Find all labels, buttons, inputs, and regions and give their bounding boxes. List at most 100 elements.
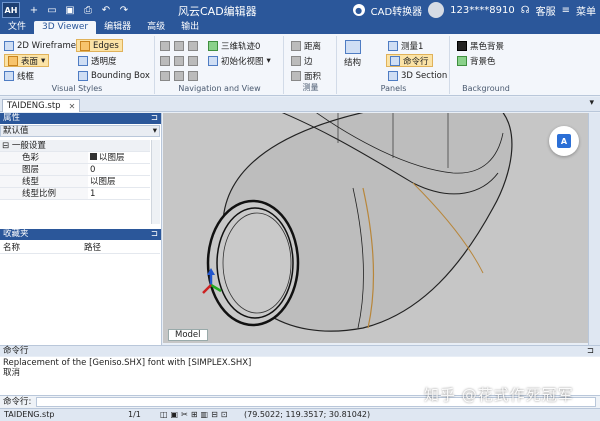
measure1-button[interactable]: 测量1 [388,39,423,52]
group-label-measure: 测量 [302,83,319,92]
area-button[interactable]: 面积 [291,69,321,82]
hand-icon [188,70,198,81]
hand-button[interactable] [188,69,198,82]
line-button[interactable]: 线框 [4,69,34,82]
menu-bar: 文件 3D Viewer 编辑器 高级 输出 [0,20,600,34]
status-bar: TAIDENG.stp 1/1 ◫▣✂⊞▥⊟⊡ (79.5022; 119.35… [0,408,600,421]
avatar[interactable] [428,2,445,18]
save-icon[interactable]: ▣ [64,4,76,16]
chevron-down-icon[interactable]: ▾ [589,98,594,108]
distance-icon [291,40,301,51]
zoom-extent-icon [188,40,198,51]
headset-icon[interactable]: ☊ [521,5,530,16]
surface-button[interactable]: 表面 ▾ [4,54,50,67]
title-bar: AH + ▭ ▣ ⎙ ↶ ↷ 风云CAD编辑器 ● CAD转换器 123****… [0,0,600,20]
edge-icon [291,55,301,66]
zoom-extent-button[interactable] [188,39,198,52]
column-name[interactable]: 名称 [0,242,84,253]
fit-button[interactable] [174,69,184,82]
translate-button[interactable]: A [549,126,579,156]
right-scrollbar[interactable] [588,113,600,345]
orbit-button[interactable]: 三维轨迹0 [208,39,260,52]
menu-3d-viewer[interactable]: 3D Viewer [34,21,97,34]
status-coords: (79.5022; 119.3517; 30.81042) [244,410,371,419]
surface-icon [8,55,18,66]
pin-icon[interactable]: ⊐ [587,346,594,356]
group-visual-styles: 2D Wireframe 表面 ▾ 线框 Edges 透明度 Bounding B… [0,36,155,94]
status-icons[interactable]: ◫▣✂⊞▥⊟⊡ [160,409,231,421]
edge-button[interactable]: 边 [291,54,313,67]
favorites-header: 收藏夹 ⊐ [0,229,161,240]
command-line-2: 取消 [3,368,21,378]
table-row[interactable]: 色彩 以图层 [0,152,150,164]
zoom-in-icon [160,40,170,51]
3d-viewport[interactable] [163,113,588,343]
black-background-button[interactable]: 黑色背景 [457,39,504,52]
properties-table: ⊟ 一般设置 色彩 以图层 图层 0 线型 以图层 线型比例 1 [0,140,150,200]
column-path[interactable]: 路径 [84,242,101,253]
background-color-icon [457,55,467,66]
wireframe-button[interactable]: 2D Wireframe [4,39,76,52]
open-icon[interactable]: ▭ [46,4,58,16]
group-label-visual: Visual Styles [51,84,103,93]
section-3d-button[interactable]: 3D Section [388,69,447,82]
section-3d-icon [388,70,398,81]
zoom-window-button[interactable] [174,39,184,52]
print-icon[interactable]: ⎙ [82,4,94,16]
close-icon[interactable]: ✕ [69,102,76,111]
table-row[interactable]: 图层 0 [0,164,150,176]
distance-button[interactable]: 距离 [291,39,321,52]
category-row[interactable]: ⊟ 一般设置 [0,140,150,152]
init-view-button[interactable]: 初始化视图 ▾ [208,54,271,67]
document-tab[interactable]: TAIDENG.stp ✕ [2,99,81,112]
rotate-button[interactable] [174,54,184,67]
converter-icon[interactable]: ● [352,4,365,16]
background-color-button[interactable]: 背景色 [457,54,496,67]
table-row[interactable]: 线型比例 1 [0,188,150,200]
undo-icon[interactable]: ↶ [100,4,112,16]
properties-dropdown[interactable]: 默认值 ▾ [0,125,160,137]
menu-advanced[interactable]: 高级 [139,21,173,34]
menu-editor[interactable]: 编辑器 [96,21,139,34]
pin-icon[interactable]: ⊐ [151,113,158,124]
menu-output[interactable]: 输出 [173,21,207,34]
group-measure: 距离 边 面积 测量 [285,36,337,94]
view-front-button[interactable] [188,54,198,67]
converter-link[interactable]: CAD转换器 [371,3,423,18]
structure-button[interactable]: 结构 [344,40,361,70]
watermark: 知乎 @花式作死冠军 [424,386,574,404]
color-swatch-icon [90,153,97,160]
service-link[interactable]: 客服 [536,3,556,18]
window-title: 风云CAD编辑器 [178,5,257,18]
group-navigation: 三维轨迹0 初始化视图 ▾ Navigation and View [156,36,284,94]
user-phone[interactable]: 123****8910 [450,5,515,16]
command-prompt: 命令行: [3,397,32,407]
redo-icon[interactable]: ↷ [118,4,130,16]
command-line-icon [390,55,400,66]
new-icon[interactable]: + [28,4,40,16]
zoom-in-button[interactable] [160,39,170,52]
collapse-icon[interactable]: ⊟ [2,141,9,151]
menu-file[interactable]: 文件 [0,21,34,34]
line-icon [4,70,14,81]
wireframe-icon [4,40,14,51]
command-line-1: Replacement of the [Geniso.SHX] font wit… [3,358,252,368]
status-page: 1/1 [128,410,141,419]
pin-icon[interactable]: ⊐ [151,229,158,240]
edges-icon [80,40,90,51]
table-row[interactable]: 线型 以图层 [0,176,150,188]
menu-link[interactable]: 菜单 [576,3,596,18]
chevron-down-icon: ▾ [152,126,157,136]
edges-button[interactable]: Edges [76,39,123,52]
zoom-out-button[interactable] [160,69,170,82]
model-tab[interactable]: Model [168,329,208,341]
pan-button[interactable] [160,54,170,67]
bounding-box-icon [78,70,88,81]
bounding-box-button[interactable]: Bounding Box [78,69,150,82]
menu-icon[interactable]: ≡ [562,5,570,16]
quick-access-toolbar: + ▭ ▣ ⎙ ↶ ↷ [28,4,130,16]
properties-scrollbar[interactable] [151,140,160,224]
document-tabstrip: TAIDENG.stp ✕ ▾ [0,97,600,112]
transparency-button[interactable]: 透明度 [78,54,117,67]
command-line-button[interactable]: 命令行 [386,54,433,67]
